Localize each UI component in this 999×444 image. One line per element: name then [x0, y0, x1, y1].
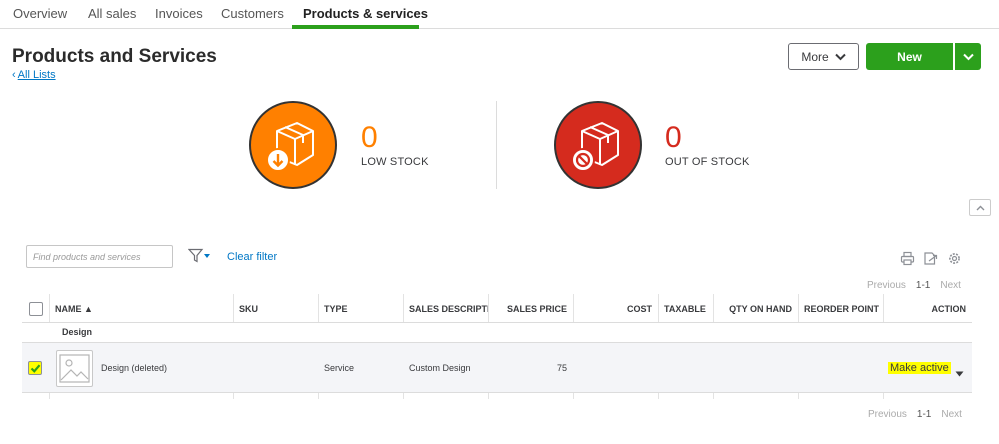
out-of-stock-label: OUT OF STOCK — [665, 156, 750, 168]
new-button[interactable]: New — [866, 43, 953, 70]
new-button-label: New — [897, 49, 922, 64]
top-tab-bar: Overview All sales Invoices Customers Pr… — [0, 0, 999, 29]
table-row[interactable]: Design (deleted) Service Custom Design 7… — [22, 343, 972, 393]
column-header-cost[interactable]: COST — [573, 294, 658, 323]
chevron-left-icon: ‹ — [12, 69, 16, 81]
filter-button[interactable] — [187, 248, 212, 269]
collapse-button[interactable] — [969, 199, 991, 216]
image-placeholder-icon — [59, 354, 90, 383]
column-header-qty-on-hand[interactable]: QTY ON HAND — [713, 294, 798, 323]
chevron-down-icon — [834, 53, 846, 60]
column-header-sales-price[interactable]: SALES PRICE — [488, 294, 573, 323]
tab-customers[interactable]: Customers — [221, 6, 284, 21]
all-lists-label: All Lists — [17, 69, 56, 81]
row-checkbox[interactable] — [28, 361, 42, 375]
all-lists-link[interactable]: ‹ All Lists — [12, 69, 56, 81]
group-row: Design — [22, 323, 972, 343]
column-header-type[interactable]: TYPE — [318, 294, 403, 323]
low-stock-count: 0 — [361, 121, 378, 154]
page-title: Products and Services — [12, 46, 217, 67]
cell-name[interactable]: Design (deleted) — [95, 343, 233, 393]
print-button[interactable] — [900, 251, 915, 271]
chevron-down-icon — [962, 53, 974, 60]
column-header-reorder-point[interactable]: REORDER POINT — [798, 294, 883, 323]
select-all-checkbox[interactable] — [29, 302, 43, 316]
settings-button[interactable] — [947, 251, 962, 271]
product-image-placeholder — [56, 350, 93, 387]
column-header-action: ACTION — [931, 303, 967, 314]
printer-icon — [900, 251, 915, 266]
group-label: Design — [62, 327, 93, 337]
pager-top: Previous 1-1 Next — [867, 280, 961, 291]
column-header-name[interactable]: NAME ▲ — [49, 294, 233, 323]
tab-products-services[interactable]: Products & services — [303, 6, 428, 21]
make-active-button[interactable]: Make active — [888, 362, 951, 374]
pager-next[interactable]: Next — [940, 280, 961, 291]
tab-invoices[interactable]: Invoices — [155, 6, 203, 21]
column-header-sales-description[interactable]: SALES DESCRIPTION — [403, 294, 488, 323]
table-header: NAME ▲ SKU TYPE SALES DESCRIPTION SALES … — [22, 294, 972, 323]
tab-all-sales[interactable]: All sales — [88, 6, 136, 21]
search-input[interactable] — [26, 245, 173, 268]
cell-qty-on-hand — [713, 343, 798, 393]
pager-next[interactable]: Next — [941, 409, 962, 420]
new-dropdown-button[interactable] — [955, 43, 981, 70]
export-button[interactable] — [923, 251, 938, 271]
cell-sku — [233, 343, 318, 393]
out-of-stock-count: 0 — [665, 121, 682, 154]
cell-reorder-point — [798, 343, 883, 393]
export-icon — [924, 252, 938, 265]
cell-sales-description: Custom Design — [409, 363, 471, 373]
box-blocked-icon — [571, 122, 619, 172]
low-stock-button[interactable] — [249, 101, 337, 189]
column-header-taxable[interactable]: TAXABLE — [658, 294, 713, 323]
cell-type: Service — [324, 363, 355, 373]
active-tab-indicator — [292, 25, 419, 29]
chevron-up-icon — [976, 205, 984, 210]
action-dropdown-button[interactable] — [955, 364, 964, 382]
clear-filter-link[interactable]: Clear filter — [227, 251, 277, 263]
pager-range: 1-1 — [916, 409, 932, 420]
pager-previous[interactable]: Previous — [867, 280, 906, 291]
column-header-sku[interactable]: SKU — [233, 294, 318, 323]
pager-previous[interactable]: Previous — [868, 409, 907, 420]
caret-down-icon — [955, 371, 964, 377]
cell-taxable — [658, 343, 713, 393]
cell-sales-price: 75 — [556, 363, 567, 373]
cell-cost — [573, 343, 658, 393]
box-download-icon — [266, 122, 314, 172]
out-of-stock-button[interactable] — [554, 101, 642, 189]
gear-icon — [949, 253, 960, 264]
filter-icon — [187, 248, 210, 263]
low-stock-label: LOW STOCK — [361, 156, 429, 168]
pager-range: 1-1 — [915, 280, 931, 291]
more-button-label: More — [801, 49, 829, 64]
checkmark-icon — [30, 364, 41, 373]
tab-overview[interactable]: Overview — [13, 6, 67, 21]
stock-divider — [496, 101, 497, 189]
pager-bottom: Previous 1-1 Next — [868, 409, 962, 420]
more-button[interactable]: More — [788, 43, 859, 70]
